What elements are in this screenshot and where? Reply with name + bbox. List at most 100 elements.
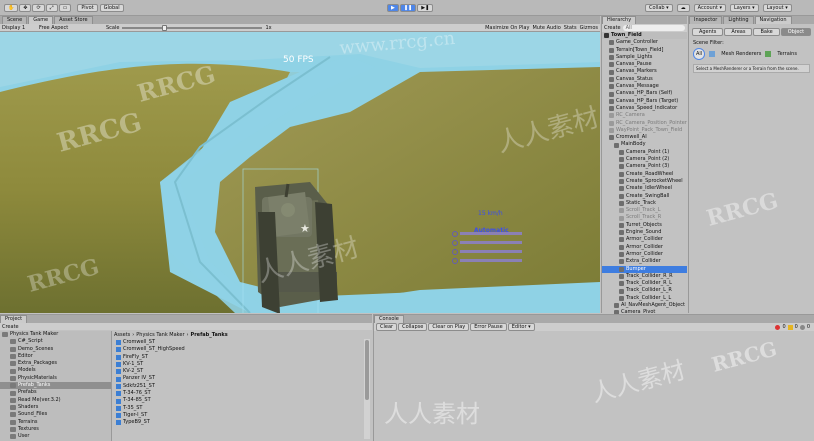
project-folder[interactable]: Prefabs <box>0 389 111 396</box>
collab-dropdown[interactable]: Collab ▾ <box>645 4 673 12</box>
hierarchy-item[interactable]: Track_Collider_R_R <box>602 273 687 280</box>
hierarchy-item[interactable]: Track_Collider_L_R <box>602 287 687 294</box>
warning-count[interactable]: 0 <box>787 324 798 330</box>
hierarchy-item[interactable]: Canvas_Message <box>602 83 687 90</box>
step-button[interactable]: ▶❚ <box>417 4 434 12</box>
prefab-file[interactable]: FireFly_ST <box>116 354 366 361</box>
aspect-dropdown[interactable]: Free Aspect <box>39 25 103 31</box>
prefab-file[interactable]: T-34-85_ST <box>116 397 366 404</box>
nav-tab-bake[interactable]: Bake <box>753 27 780 36</box>
console-clear-button[interactable]: Clear <box>376 323 398 331</box>
breadcrumb-item[interactable]: Prefab_Tanks <box>191 332 228 338</box>
display-dropdown[interactable]: Display 1 <box>2 25 36 31</box>
scale-tool-icon[interactable]: ⤢ <box>45 3 58 12</box>
hierarchy-item[interactable]: Canvas_Markers <box>602 68 687 75</box>
project-folder[interactable]: Prefab_Tanks <box>0 382 111 390</box>
hierarchy-item[interactable]: Armor_Collider <box>602 236 687 243</box>
scene-root[interactable]: Town_Field <box>602 32 687 40</box>
move-tool-icon[interactable]: ✥ <box>19 3 32 12</box>
tab-game[interactable]: Game <box>28 16 54 24</box>
pivot-toggle[interactable]: Pivot <box>77 3 98 12</box>
project-folder[interactable]: Shaders <box>0 404 111 411</box>
hierarchy-item[interactable]: Static_Track <box>602 200 687 207</box>
hierarchy-item[interactable]: Camera_Point (2) <box>602 156 687 163</box>
rotate-tool-icon[interactable]: ⟳ <box>32 3 45 12</box>
project-folder[interactable]: Physics Tank Maker <box>0 331 111 338</box>
hierarchy-search[interactable]: All <box>622 25 685 31</box>
filter-all-button[interactable]: All <box>693 48 706 60</box>
hierarchy-item[interactable]: Sample_Lights <box>602 54 687 61</box>
console-error-pause-button[interactable]: Error Pause <box>470 323 507 331</box>
layout-dropdown[interactable]: Layout ▾ <box>762 4 792 12</box>
project-folder[interactable]: Textures <box>0 426 111 433</box>
error-count[interactable]: 0 <box>775 324 786 330</box>
hierarchy-item[interactable]: Extra_Collider <box>602 258 687 265</box>
filter-mesh-renderers[interactable]: Mesh Renderers <box>721 51 761 57</box>
tab-console[interactable]: Console <box>374 315 404 323</box>
hierarchy-item[interactable]: Canvas_HP_Bars (Self) <box>602 90 687 97</box>
project-folder[interactable]: Terrains <box>0 419 111 426</box>
prefab-file[interactable]: Sdkfz251_ST <box>116 383 366 390</box>
tab-inspector[interactable]: Inspector <box>689 16 723 24</box>
hierarchy-item[interactable]: Engine_Sound <box>602 229 687 236</box>
cloud-icon[interactable]: ☁ <box>676 4 690 12</box>
filter-terrains[interactable]: Terrains <box>777 51 797 57</box>
hierarchy-item[interactable]: Create_RoadWheel <box>602 171 687 178</box>
tab-hierarchy[interactable]: Hierarchy <box>602 16 637 24</box>
console-collapse-button[interactable]: Collapse <box>398 323 428 331</box>
hierarchy-item[interactable]: Scroll_Track_L <box>602 207 687 214</box>
nav-tab-object[interactable]: Object <box>780 27 812 36</box>
project-folder[interactable]: Editor <box>0 353 111 360</box>
prefab-file[interactable]: KV-1_ST <box>116 361 366 368</box>
project-create-button[interactable]: Create <box>2 324 19 330</box>
game-viewport[interactable]: ★ 50 FPS 15 km/h Automatic RRCG RRCG www… <box>0 32 600 313</box>
hierarchy-item[interactable]: Track_Collider_L_L <box>602 295 687 302</box>
project-folder[interactable]: C#_Script <box>0 338 111 345</box>
prefab-file[interactable]: T-35_ST <box>116 405 366 412</box>
hierarchy-item[interactable]: WayPoint_Pack_Town_Field <box>602 127 687 134</box>
hierarchy-item[interactable]: RC_Camera_Position_Pointer <box>602 120 687 127</box>
prefab-file[interactable]: KV-2_ST <box>116 368 366 375</box>
hierarchy-item[interactable]: Create_SprocketWheel <box>602 178 687 185</box>
hierarchy-item[interactable]: Armor_Collider <box>602 244 687 251</box>
hierarchy-item[interactable]: MainBody <box>602 141 687 148</box>
nav-tab-agents[interactable]: Agents <box>691 27 724 36</box>
hierarchy-item[interactable]: Canvas_HP_Bars (Target) <box>602 98 687 105</box>
hierarchy-item[interactable]: Canvas_Pause <box>602 61 687 68</box>
breadcrumb-item[interactable]: Assets <box>114 332 130 338</box>
hierarchy-item[interactable]: Bumper <box>602 265 687 273</box>
tab-asset-store[interactable]: Asset Store <box>54 16 93 24</box>
hierarchy-item[interactable]: Canvas_Status <box>602 76 687 83</box>
hierarchy-item[interactable]: Terrain[Town_Field] <box>602 47 687 54</box>
stats-toggle[interactable]: Stats <box>564 25 577 31</box>
project-folder[interactable]: Sound_Files <box>0 411 111 418</box>
hand-tool-icon[interactable]: ✋ <box>4 3 19 12</box>
info-count[interactable]: 0 <box>799 324 810 330</box>
project-folder[interactable]: Demo_Scenes <box>0 346 111 353</box>
hierarchy-item[interactable]: Armor_Collider <box>602 251 687 258</box>
hierarchy-item[interactable]: Cromwell_AI <box>602 134 687 141</box>
hierarchy-item[interactable]: Game_Controller <box>602 39 687 46</box>
project-folder[interactable]: Extra_Packages <box>0 360 111 367</box>
tab-project[interactable]: Project <box>0 315 28 323</box>
hierarchy-item[interactable]: Create_IdlerWheel <box>602 185 687 192</box>
project-folder[interactable]: Models <box>0 367 111 374</box>
hierarchy-item[interactable]: Create_SwingBall <box>602 193 687 200</box>
global-toggle[interactable]: Global <box>99 3 124 12</box>
console-editor-button[interactable]: Editor ▾ <box>507 323 535 331</box>
scale-slider[interactable] <box>122 24 263 31</box>
gizmos-dropdown[interactable]: Gizmos <box>580 25 598 31</box>
pause-button[interactable]: ❚❚ <box>399 4 417 12</box>
breadcrumb-item[interactable]: Physics Tank Maker <box>136 332 184 338</box>
prefab-file[interactable]: Panzer IV_ST <box>116 375 366 382</box>
rect-tool-icon[interactable]: ▭ <box>58 3 72 12</box>
scale-slider-handle[interactable] <box>162 24 168 31</box>
prefab-file[interactable]: Cromwell_ST_HighSpeed <box>116 346 366 353</box>
mute-audio-toggle[interactable]: Mute Audio <box>532 25 560 31</box>
maximize-on-play-toggle[interactable]: Maximize On Play <box>485 25 529 31</box>
prefab-file[interactable]: TypeB9_ST <box>116 419 366 426</box>
tab-scene[interactable]: Scene <box>2 16 28 24</box>
project-folder[interactable]: User <box>0 433 111 440</box>
hierarchy-item[interactable]: AI_NavMeshAgent_Object <box>602 302 687 309</box>
project-scrollbar[interactable] <box>364 339 370 439</box>
